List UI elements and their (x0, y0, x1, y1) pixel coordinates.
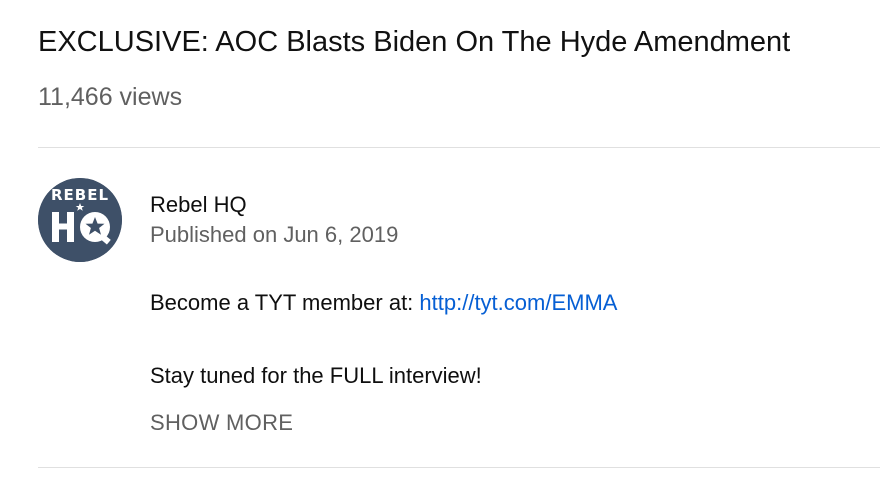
description-line-2: Stay tuned for the FULL interview! (150, 363, 482, 388)
divider-top (38, 147, 880, 148)
channel-name[interactable]: Rebel HQ (150, 190, 247, 220)
publish-date: Published on Jun 6, 2019 (150, 222, 399, 247)
view-count: 11,466 views (38, 83, 183, 111)
description-text: Become a TYT member at: (150, 290, 420, 315)
rebel-hq-logo-icon: REBEL (38, 178, 122, 262)
video-info-page: EXCLUSIVE: AOC Blasts Biden On The Hyde … (0, 0, 880, 495)
tyt-member-link[interactable]: http://tyt.com/EMMA (419, 290, 617, 315)
show-more-button[interactable]: SHOW MORE (150, 408, 293, 438)
divider-bottom (38, 467, 880, 468)
svg-text:REBEL: REBEL (51, 186, 109, 204)
description-line-1: Become a TYT member at: http://tyt.com/E… (150, 288, 617, 318)
video-title: EXCLUSIVE: AOC Blasts Biden On The Hyde … (38, 26, 791, 58)
channel-avatar[interactable]: REBEL (38, 178, 122, 262)
